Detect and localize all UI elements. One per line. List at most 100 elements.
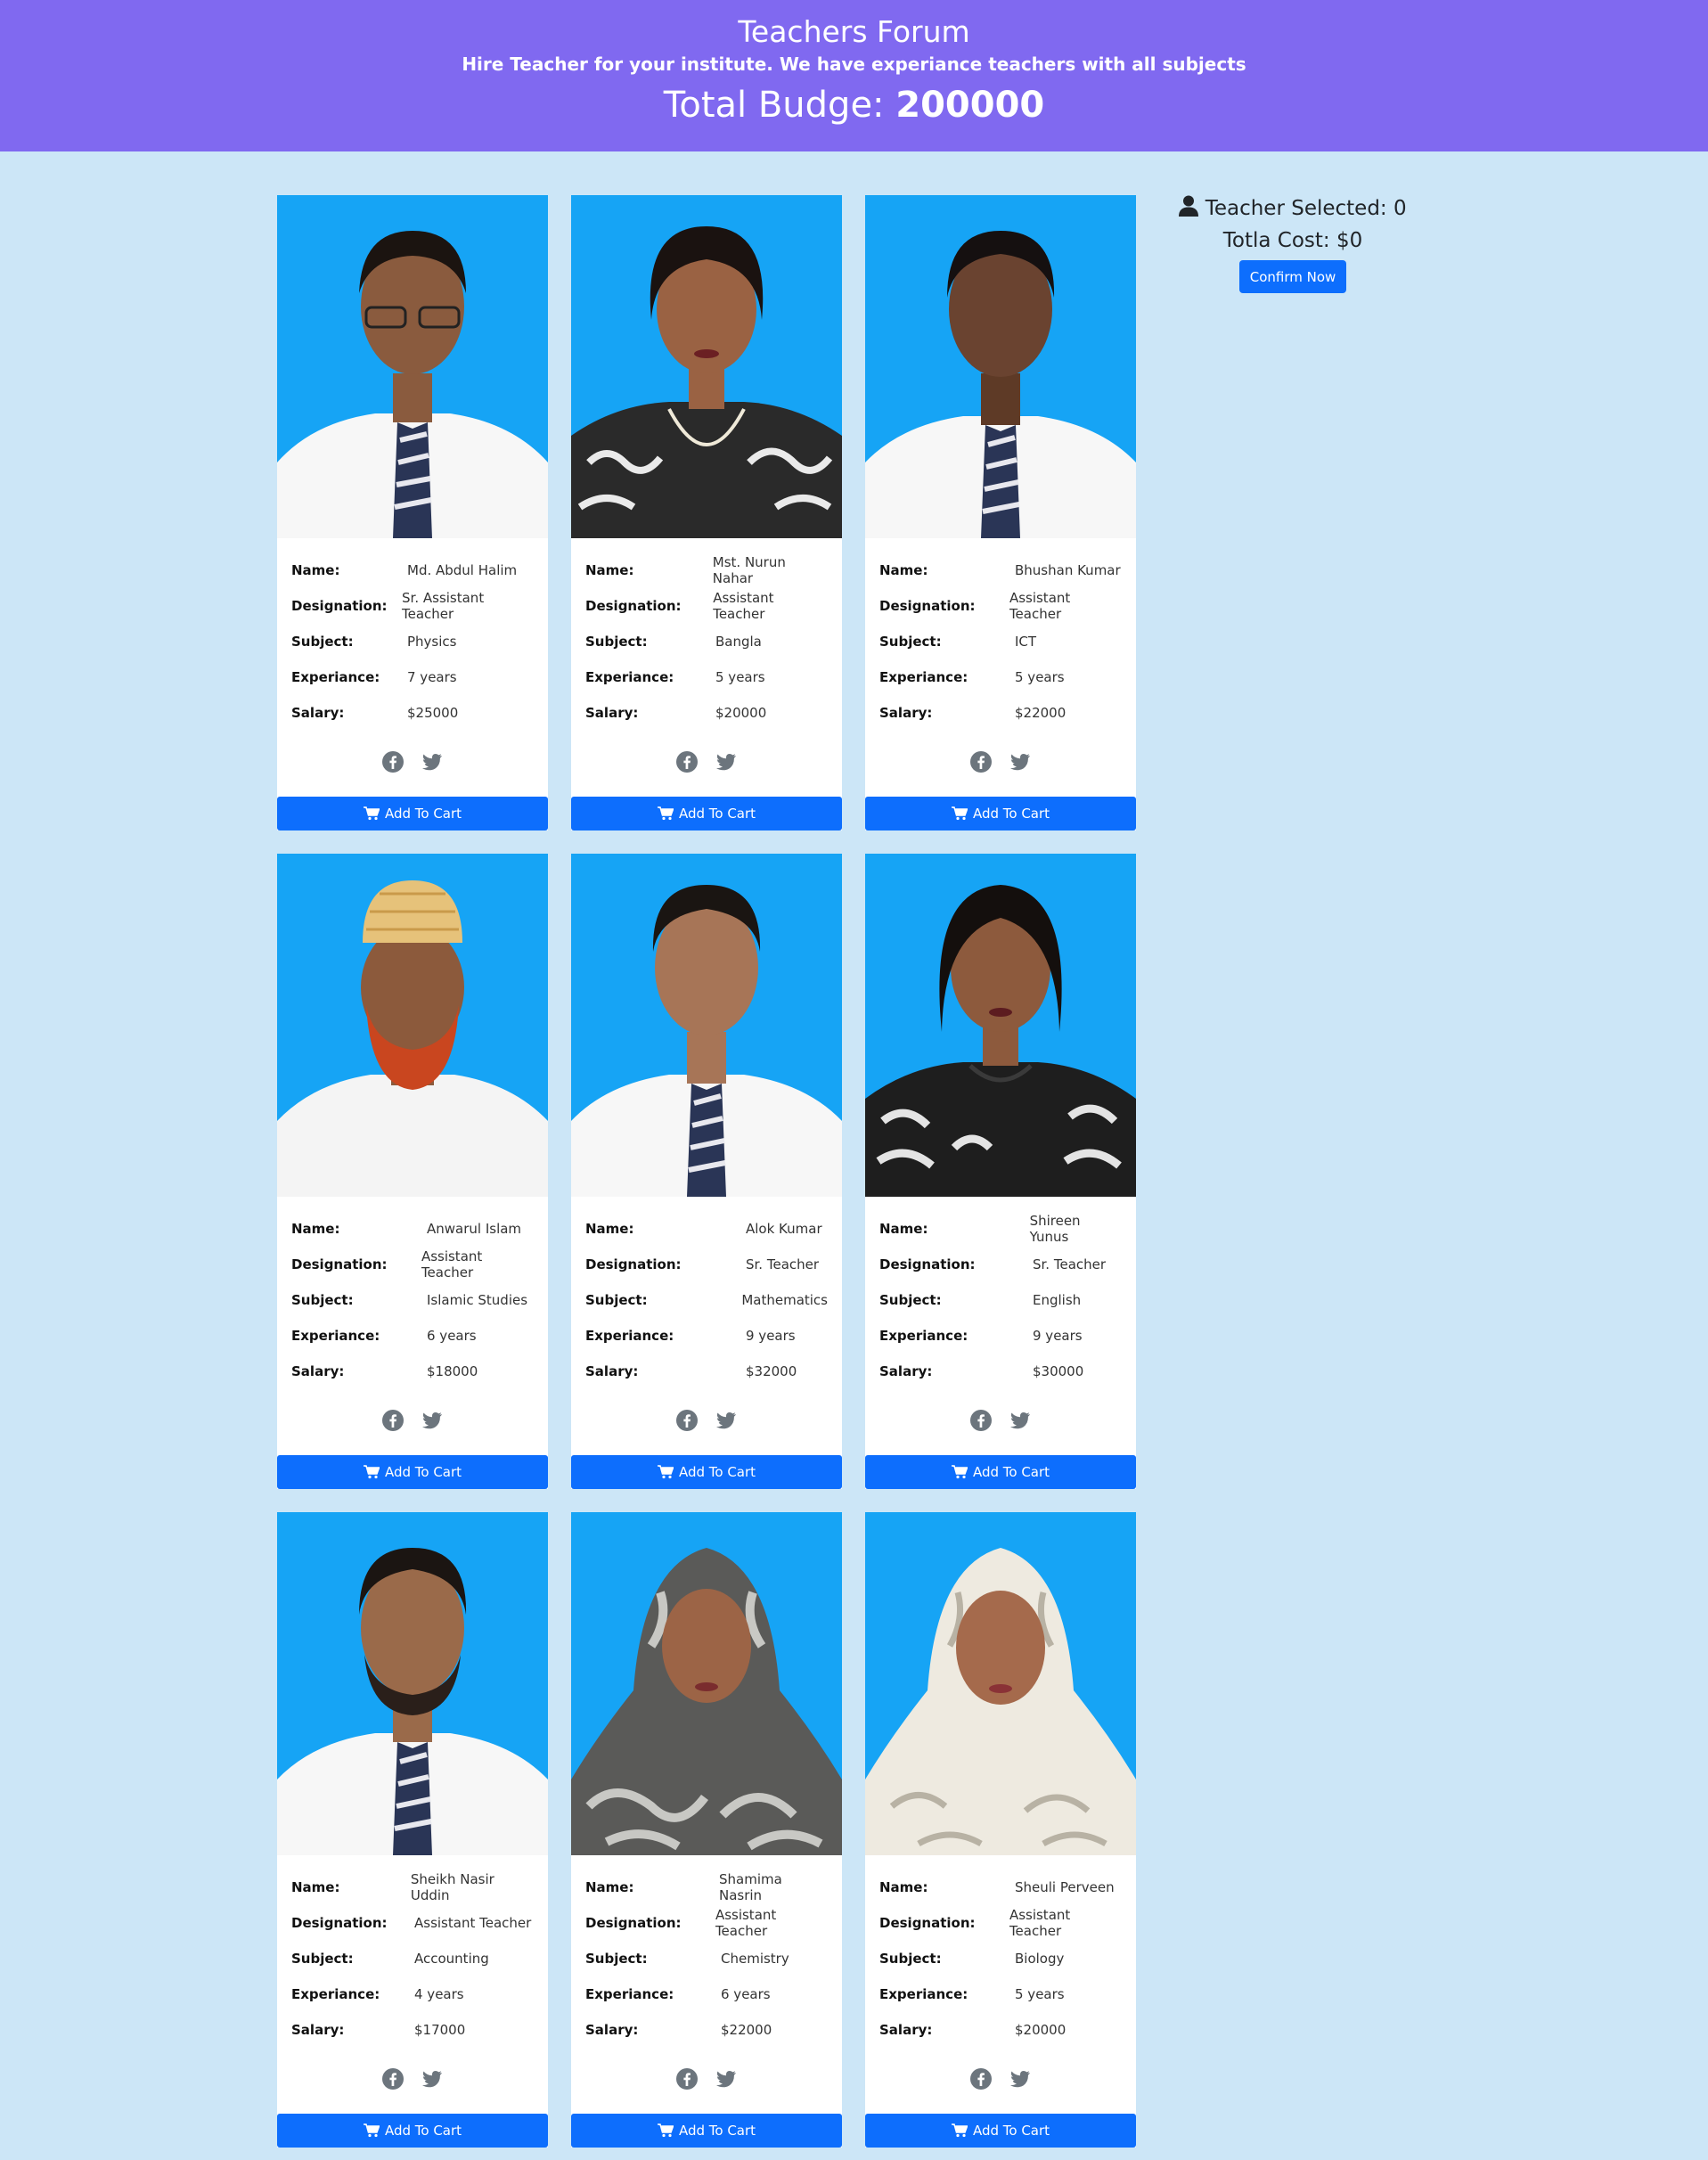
facebook-icon[interactable] xyxy=(675,1409,699,1436)
name-value: Sheuli Perveen xyxy=(1015,1879,1115,1895)
name-label: Name: xyxy=(291,1879,340,1895)
twitter-icon[interactable] xyxy=(1009,2068,1032,2093)
facebook-icon[interactable] xyxy=(675,2067,699,2094)
info-row-experience: Experiance: 4 years xyxy=(291,1976,534,2012)
experience-label: Experiance: xyxy=(291,1328,380,1344)
teacher-card: Name: Sheuli Perveen Designation: Assist… xyxy=(865,1512,1136,2148)
twitter-icon[interactable] xyxy=(715,2068,738,2093)
cart-icon xyxy=(657,2123,674,2138)
social-links xyxy=(571,1409,842,1437)
designation-value: Assistant Teacher xyxy=(421,1248,483,1280)
designation-value: Assistant Teacher xyxy=(1009,1907,1071,1939)
salary-label: Salary: xyxy=(585,1363,639,1379)
facebook-icon[interactable] xyxy=(381,750,405,777)
add-to-cart-label: Add To Cart xyxy=(678,806,756,822)
salary-label: Salary: xyxy=(291,2022,345,2038)
teacher-info: Name: Shireen Yunus Designation: Sr. Tea… xyxy=(865,1197,1136,1389)
teacher-photo xyxy=(865,1512,1136,1855)
info-row-name: Name: Anwarul Islam xyxy=(291,1211,534,1247)
social-links xyxy=(865,2067,1136,2096)
add-to-cart-button[interactable]: Add To Cart xyxy=(865,1455,1136,1489)
experience-value: 5 years xyxy=(715,669,765,685)
name-value: Anwarul Islam xyxy=(427,1221,522,1237)
experience-value: 6 years xyxy=(427,1328,477,1344)
add-to-cart-button[interactable]: Add To Cart xyxy=(571,797,842,830)
info-row-name: Name: Shamima Nasrin xyxy=(585,1870,828,1905)
experience-label: Experiance: xyxy=(879,1328,968,1344)
social-links xyxy=(277,1409,548,1437)
info-row-salary: Salary: $32000 xyxy=(585,1354,828,1389)
add-to-cart-button[interactable]: Add To Cart xyxy=(571,1455,842,1489)
add-to-cart-button[interactable]: Add To Cart xyxy=(571,2114,842,2148)
info-row-salary: Salary: $22000 xyxy=(585,2012,828,2048)
add-to-cart-label: Add To Cart xyxy=(972,806,1050,822)
teacher-photo xyxy=(571,1512,842,1855)
add-to-cart-label: Add To Cart xyxy=(678,1464,756,1480)
designation-label: Designation: xyxy=(291,1256,388,1272)
budget-label: Total Budge: xyxy=(663,85,885,126)
info-row-name: Name: Bhushan Kumar xyxy=(879,552,1122,588)
facebook-icon[interactable] xyxy=(969,750,993,777)
social-links xyxy=(865,750,1136,779)
twitter-icon[interactable] xyxy=(421,1410,444,1435)
add-to-cart-button[interactable]: Add To Cart xyxy=(865,2114,1136,2148)
experience-label: Experiance: xyxy=(291,669,380,685)
teacher-photo xyxy=(865,854,1136,1197)
add-to-cart-button[interactable]: Add To Cart xyxy=(277,797,548,830)
experience-label: Experiance: xyxy=(879,669,968,685)
twitter-icon[interactable] xyxy=(715,1410,738,1435)
salary-value: $18000 xyxy=(427,1363,478,1379)
info-row-experience: Experiance: 5 years xyxy=(879,659,1122,695)
facebook-icon[interactable] xyxy=(381,1409,405,1436)
social-links xyxy=(571,750,842,779)
teacher-photo xyxy=(277,195,548,538)
info-row-experience: Experiance: 9 years xyxy=(585,1318,828,1354)
teacher-info: Name: Alok Kumar Designation: Sr. Teache… xyxy=(571,1197,842,1389)
designation-label: Designation: xyxy=(879,598,976,614)
designation-label: Designation: xyxy=(585,1256,682,1272)
salary-value: $20000 xyxy=(715,705,767,721)
subject-value: Islamic Studies xyxy=(427,1292,528,1308)
facebook-icon[interactable] xyxy=(675,750,699,777)
facebook-icon[interactable] xyxy=(969,2067,993,2094)
twitter-icon[interactable] xyxy=(1009,1410,1032,1435)
social-links xyxy=(277,2067,548,2096)
info-row-designation: Designation: Assistant Teacher xyxy=(879,588,1122,624)
experience-value: 6 years xyxy=(721,1986,771,2002)
designation-value: Assistant Teacher xyxy=(713,590,774,622)
twitter-icon[interactable] xyxy=(421,2068,444,2093)
info-row-experience: Experiance: 6 years xyxy=(291,1318,534,1354)
facebook-icon[interactable] xyxy=(381,2067,405,2094)
facebook-icon[interactable] xyxy=(969,1409,993,1436)
info-row-name: Name: Mst. Nurun Nahar xyxy=(585,552,828,588)
social-links xyxy=(277,750,548,779)
twitter-icon[interactable] xyxy=(421,751,444,776)
name-label: Name: xyxy=(585,562,634,578)
teacher-photo xyxy=(865,195,1136,538)
teacher-info: Name: Sheuli Perveen Designation: Assist… xyxy=(865,1855,1136,2048)
add-to-cart-button[interactable]: Add To Cart xyxy=(277,2114,548,2148)
info-row-name: Name: Md. Abdul Halim xyxy=(291,552,534,588)
name-value: Md. Abdul Halim xyxy=(407,562,518,578)
info-row-designation: Designation: Assistant Teacher xyxy=(291,1905,534,1941)
experience-label: Experiance: xyxy=(879,1986,968,2002)
twitter-icon[interactable] xyxy=(1009,751,1032,776)
add-to-cart-label: Add To Cart xyxy=(678,2123,756,2139)
cart-icon xyxy=(363,806,380,821)
experience-label: Experiance: xyxy=(585,1328,674,1344)
twitter-icon[interactable] xyxy=(715,751,738,776)
name-label: Name: xyxy=(291,1221,340,1237)
info-row-designation: Designation: Sr. Teacher xyxy=(879,1247,1122,1282)
salary-value: $22000 xyxy=(721,2022,772,2038)
user-icon xyxy=(1179,195,1199,217)
cart-icon xyxy=(951,1465,968,1479)
salary-value: $25000 xyxy=(407,705,459,721)
info-row-salary: Salary: $20000 xyxy=(879,2012,1122,2048)
info-row-experience: Experiance: 9 years xyxy=(879,1318,1122,1354)
total-budget: Total Budge: 200000 xyxy=(0,82,1708,128)
add-to-cart-button[interactable]: Add To Cart xyxy=(277,1455,548,1489)
add-to-cart-button[interactable]: Add To Cart xyxy=(865,797,1136,830)
name-label: Name: xyxy=(879,562,928,578)
budget-value: 200000 xyxy=(895,85,1045,126)
confirm-now-button[interactable]: Confirm Now xyxy=(1239,260,1346,293)
